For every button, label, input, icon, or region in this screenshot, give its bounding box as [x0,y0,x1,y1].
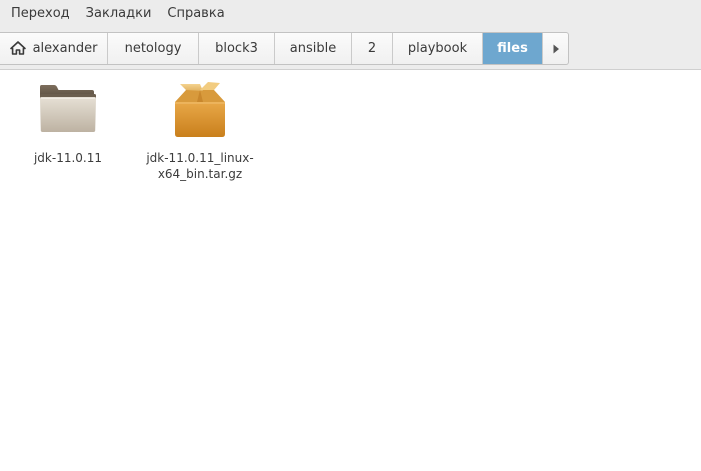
file-view[interactable]: jdk-11.0.11 jdk-11.0.11_linux- x64_bin.t… [0,71,701,471]
breadcrumb-item-2[interactable]: 2 [352,33,393,64]
file-item-archive[interactable]: jdk-11.0.11_linux- x64_bin.tar.gz [140,80,260,182]
breadcrumb-item-home[interactable]: alexander [0,33,108,64]
triangle-right-icon [553,44,559,53]
breadcrumb-item-files[interactable]: files [483,33,543,64]
menu-go[interactable]: Переход [3,0,78,28]
breadcrumb-label-files: files [497,41,528,56]
breadcrumb-label-alexander: alexander [32,41,98,56]
breadcrumb-label-ansible: ansible [289,41,337,56]
file-name-archive-line2: x64_bin.tar.gz [157,167,243,181]
breadcrumb-item-ansible[interactable]: ansible [275,33,352,64]
file-name-archive-line1: jdk-11.0.11_linux- [146,151,254,165]
home-icon [9,40,26,55]
breadcrumb-label-netology: netology [124,41,182,56]
breadcrumb-label-2: 2 [367,41,377,56]
folder-icon [40,85,96,132]
file-name-folder: jdk-11.0.11 [33,151,103,165]
breadcrumb-item-playbook[interactable]: playbook [393,33,483,64]
breadcrumb-item-block3[interactable]: block3 [199,33,275,64]
package-icon [175,82,225,137]
file-label: jdk-11.0.11_linux- x64_bin.tar.gz [146,150,253,182]
file-label: jdk-11.0.11 [34,150,102,166]
file-item-folder[interactable]: jdk-11.0.11 [28,80,108,166]
breadcrumb-label-playbook: playbook [407,41,468,56]
menu-help[interactable]: Справка [159,0,232,28]
breadcrumb: alexander netology block3 ansible 2 play… [0,32,569,65]
breadcrumb-item-netology[interactable]: netology [108,33,199,64]
toolbar: alexander netology block3 ansible 2 play… [0,28,701,70]
menu-bar: Переход Закладки Справка [0,0,701,28]
menu-bookmarks[interactable]: Закладки [78,0,160,28]
breadcrumb-label-block3: block3 [215,41,258,56]
breadcrumb-scroll-right-button[interactable] [543,33,568,64]
